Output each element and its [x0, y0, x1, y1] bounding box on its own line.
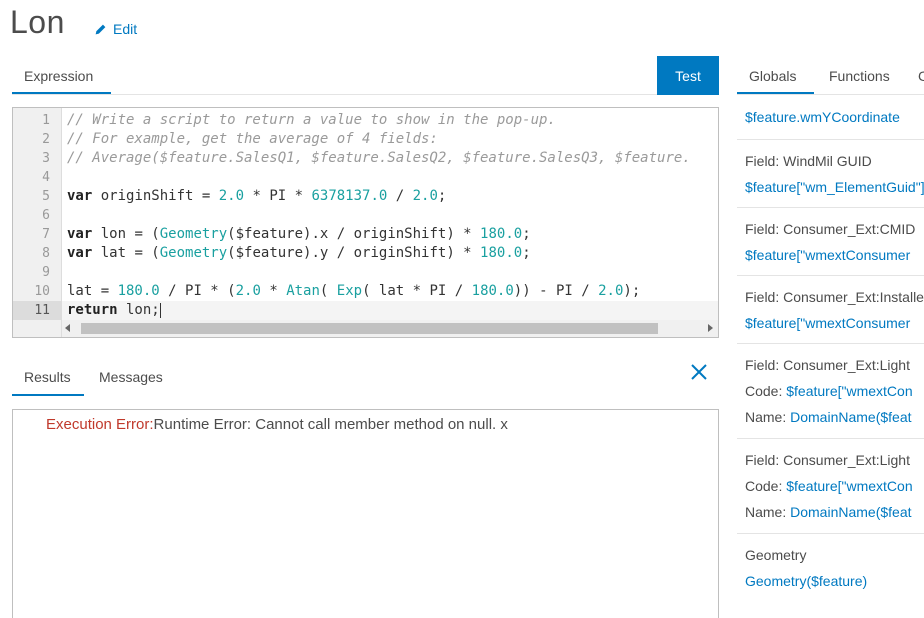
- code-line[interactable]: // For example, get the average of 4 fie…: [62, 130, 718, 149]
- global-item-link[interactable]: $feature["wmextCon: [786, 383, 912, 399]
- line-number: 10: [34, 284, 50, 299]
- line-number: 4: [42, 170, 50, 185]
- line-number: 3: [42, 151, 50, 166]
- page-title: Lon: [10, 4, 65, 40]
- code-line[interactable]: // Average($feature.SalesQ1, $feature.Sa…: [62, 149, 718, 168]
- close-icon[interactable]: [689, 362, 709, 382]
- global-item-label: Code:: [745, 383, 787, 399]
- tab-constants[interactable]: C: [918, 62, 924, 84]
- code-line[interactable]: // Write a script to return a value to s…: [62, 111, 718, 130]
- global-item-line: Field: Consumer_Ext:CMID: [745, 216, 924, 242]
- code-line[interactable]: var lat = (Geometry($feature).y / origin…: [62, 244, 718, 263]
- code-area[interactable]: // Write a script to return a value to s…: [62, 111, 718, 320]
- code-line[interactable]: var originShift = 2.0 * PI * 6378137.0 /…: [62, 187, 718, 206]
- pencil-icon: [95, 24, 106, 34]
- global-item-label: Field: WindMil GUID: [745, 153, 872, 169]
- line-number: 6: [42, 208, 50, 223]
- code-line[interactable]: lat = 180.0 / PI * (2.0 * Atan( Exp( lat…: [62, 282, 718, 301]
- error-label: Execution Error:: [46, 416, 154, 433]
- global-item-link[interactable]: Geometry($feature): [745, 573, 867, 589]
- line-number: 1: [42, 113, 50, 128]
- line-number: 9: [42, 265, 50, 280]
- global-item-link[interactable]: DomainName($feat: [790, 409, 911, 425]
- text-cursor: [159, 302, 161, 318]
- line-number: 8: [42, 246, 50, 261]
- global-item-line: $feature["wm_ElementGuid"]: [745, 174, 924, 200]
- global-item-line: Name: DomainName($feat: [745, 404, 924, 430]
- global-item: Field: Consumer_Ext:Installed $feature["w…: [737, 276, 924, 344]
- global-item-line: $feature["wmextConsumer: [745, 310, 924, 336]
- global-item-label: Field: Consumer_Ext:Light: [745, 357, 910, 373]
- line-number: 5: [42, 189, 50, 204]
- global-item: Field: WindMil GUID $feature["wm_ElementG…: [737, 140, 924, 208]
- global-item: Field: Consumer_Ext:Light Code: $feature[…: [737, 439, 924, 534]
- code-line[interactable]: var lon = (Geometry($feature).x / origin…: [62, 225, 718, 244]
- global-item-label: Field: Consumer_Ext:CMID: [745, 221, 916, 237]
- global-item-label: Name:: [745, 409, 791, 425]
- global-item-line: Geometry: [745, 542, 924, 568]
- code-line[interactable]: return lon;: [62, 301, 718, 320]
- global-item-line: Geometry($feature): [745, 568, 924, 594]
- global-item-link[interactable]: $feature["wmextConsumer: [745, 315, 910, 331]
- global-item-line: Name: DomainName($feat: [745, 499, 924, 525]
- global-item-label: Geometry: [745, 547, 807, 563]
- line-number: 11: [13, 301, 62, 320]
- global-item-label: Field: Consumer_Ext:Light: [745, 452, 910, 468]
- line-number: 2: [42, 132, 50, 147]
- global-item-link[interactable]: $feature.wmYCoordinate: [745, 109, 900, 125]
- scrollbar-thumb[interactable]: [81, 323, 658, 334]
- error-output: Execution Error:Runtime Error: Cannot ca…: [46, 416, 508, 433]
- global-item-line: Code: $feature["wmextCon: [745, 378, 924, 404]
- tab-results[interactable]: Results: [12, 362, 84, 396]
- edit-link[interactable]: Edit: [94, 21, 137, 37]
- tab-globals[interactable]: Globals: [737, 62, 814, 94]
- global-item-line: Code: $feature["wmextCon: [745, 473, 924, 499]
- test-button[interactable]: Test: [657, 56, 719, 95]
- code-editor[interactable]: 1 2 3 4 5 6 7 8 9 10 11 // Write a script to retur…: [12, 107, 719, 338]
- global-item-link[interactable]: DomainName($feat: [790, 504, 911, 520]
- global-item: $feature.wmYCoordinate: [737, 95, 924, 140]
- global-item-link[interactable]: $feature["wmextCon: [786, 478, 912, 494]
- global-item-line: Field: Consumer_Ext:Light: [745, 447, 924, 473]
- tab-divider: [12, 94, 718, 95]
- error-message: Runtime Error: Cannot call member method…: [153, 416, 508, 433]
- edit-label: Edit: [113, 21, 138, 37]
- line-numbers: 1 2 3 4 5 6 7 8 9 10 11: [13, 111, 62, 320]
- global-item-line: Field: WindMil GUID: [745, 148, 924, 174]
- global-item: Field: Consumer_Ext:Light Code: $feature[…: [737, 344, 924, 439]
- global-item-line: $feature.wmYCoordinate: [745, 104, 924, 130]
- global-item: Field: Consumer_Ext:CMID $feature["wmextC…: [737, 208, 924, 276]
- scroll-left-icon[interactable]: [65, 324, 70, 332]
- code-line[interactable]: [62, 263, 718, 282]
- global-item-line: $feature["wmextConsumer: [745, 242, 924, 268]
- global-item-label: Field: Consumer_Ext:Installed: [745, 289, 924, 305]
- tab-functions[interactable]: Functions: [829, 62, 890, 84]
- global-item: Geometry Geometry($feature): [737, 534, 924, 614]
- global-item-label: Name:: [745, 504, 791, 520]
- line-number: 7: [42, 227, 50, 242]
- scroll-right-icon[interactable]: [708, 324, 713, 332]
- tab-expression[interactable]: Expression: [12, 62, 111, 94]
- results-panel: Execution Error:Runtime Error: Cannot ca…: [12, 409, 719, 618]
- horizontal-scrollbar[interactable]: [62, 320, 718, 337]
- global-item-line: Field: Consumer_Ext:Light: [745, 352, 924, 378]
- tab-messages[interactable]: Messages: [99, 362, 163, 385]
- code-line[interactable]: [62, 206, 718, 225]
- global-item-label: Code:: [745, 478, 787, 494]
- globals-list: $feature.wmYCoordinate Field: WindMil GUI…: [737, 95, 924, 618]
- global-item-link[interactable]: $feature["wm_ElementGuid"]: [745, 179, 924, 195]
- global-item-link[interactable]: $feature["wmextConsumer: [745, 247, 910, 263]
- global-item-line: Field: Consumer_Ext:Installed: [745, 284, 924, 310]
- code-line[interactable]: [62, 168, 718, 187]
